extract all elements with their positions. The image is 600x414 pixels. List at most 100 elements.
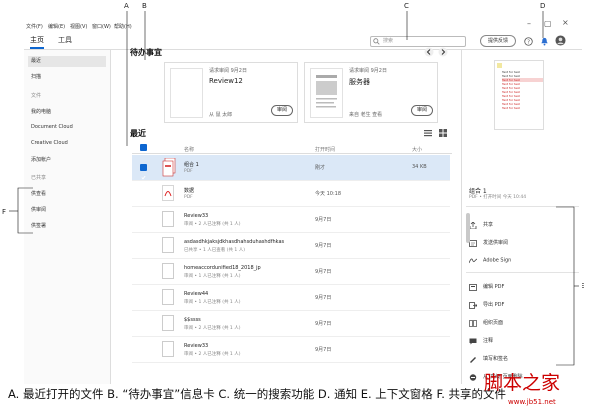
chevron-left-icon[interactable] — [424, 47, 434, 57]
todo-card[interactable]: 请求审阅 9月2日 Review12 从 鼠 太郎 审阅 — [164, 62, 298, 123]
file-opened: 9月7日 — [315, 243, 332, 249]
sidebar-item-my-computer[interactable]: 我的电脑 — [31, 108, 51, 115]
column-opened[interactable]: 打开时间 — [315, 146, 335, 153]
card-title: 服务器 — [349, 78, 370, 86]
grid-view-icon[interactable] — [439, 129, 447, 137]
action-label: 导出 PDF — [483, 302, 505, 308]
table-row[interactable]: Review44 审阅 • 1 人已注释 (共 1 人) 9月7日 — [132, 285, 450, 311]
sidebar-item-recent[interactable]: 最近 — [28, 56, 106, 67]
action-send-review[interactable]: 发送供审阅 — [469, 239, 508, 247]
close-icon[interactable]: × — [562, 18, 569, 27]
sign-icon — [468, 257, 478, 264]
maximize-icon[interactable]: ▢ — [544, 19, 552, 28]
feedback-button[interactable]: 提供反馈 — [480, 35, 516, 47]
action-comment[interactable]: 注释 — [469, 337, 493, 344]
sidebar-header-files: 文件 — [31, 93, 42, 99]
menu-view[interactable]: 视图(V) — [70, 23, 87, 30]
note-icon — [497, 63, 502, 68]
sidebar-item-shared-view[interactable]: 供查看 — [31, 190, 46, 197]
notification-bell-icon[interactable] — [540, 37, 549, 46]
file-opened: 9月7日 — [315, 321, 332, 327]
table-row[interactable]: 组合 1 PDF 刚才 34 KB — [132, 155, 450, 181]
tab-home[interactable]: 主页 — [30, 35, 44, 49]
card-sender: 来自 老生 查看 — [349, 112, 383, 118]
file-type: PDF — [184, 195, 193, 200]
file-thumbnail-icon — [162, 263, 174, 279]
action-label: Adobe Sign — [483, 257, 512, 264]
table-row[interactable]: $$ssss 审阅 • 2 人已注释 (共 1 人) 9月7日 — [132, 311, 450, 337]
send-review-icon — [469, 239, 477, 247]
recent-files-table: 组合 1 PDF 刚才 34 KB 数据 PDF 今天 10:18 Review… — [132, 155, 452, 384]
export-pdf-icon — [469, 301, 478, 309]
menu-window[interactable]: 窗口(W) — [92, 23, 111, 30]
watermark-text: 脚本之家 — [484, 372, 561, 394]
tab-tools[interactable]: 工具 — [58, 35, 72, 45]
file-name: homeaccordunified18_2018_jp — [184, 265, 261, 271]
context-file-meta: PDF • 打开时间 今天 10:44 — [469, 195, 527, 200]
sidebar-item-shared-sign[interactable]: 供签署 — [31, 222, 46, 229]
help-icon[interactable]: ? — [524, 37, 533, 46]
action-share[interactable]: 共享 — [469, 220, 494, 229]
file-opened: 9月7日 — [315, 217, 332, 223]
row-checkbox[interactable] — [140, 164, 147, 180]
table-row[interactable]: 数据 PDF 今天 10:18 — [132, 181, 450, 207]
sidebar: 最近 扫描 文件 我的电脑 Document Cloud Creative Cl… — [24, 50, 111, 384]
file-status: 审阅 • 2 人已注释 (共 1 人) — [184, 352, 241, 357]
sidebar-item-creative-cloud[interactable]: Creative Cloud — [31, 140, 68, 146]
card-thumbnail — [310, 68, 343, 118]
menu-help[interactable]: 帮助(H) — [114, 23, 132, 30]
divider — [466, 206, 579, 207]
table-row[interactable]: asdasdhkjaksjdkhasdhahsduhashdfhkas 已共享 … — [132, 233, 450, 259]
file-name: Review33 — [184, 343, 209, 349]
avatar[interactable] — [555, 35, 566, 46]
review-button[interactable]: 审阅 — [411, 105, 433, 116]
card-meta: 请求审阅 9月2日 — [349, 68, 387, 74]
callout-f: F — [2, 208, 7, 216]
sidebar-item-shared-review[interactable]: 供审阅 — [31, 206, 46, 213]
column-name[interactable]: 名称 — [184, 146, 194, 153]
menu-edit[interactable]: 编辑(E) — [48, 23, 65, 30]
menu-file[interactable]: 文件(F) — [26, 23, 43, 30]
column-size[interactable]: 大小 — [412, 146, 422, 153]
action-edit-pdf[interactable]: 编辑 PDF — [469, 283, 504, 291]
pdf-file-icon — [162, 185, 174, 201]
file-name: asdasdhkjaksjdkhasdhahsduhashdfhkas — [184, 239, 285, 245]
sidebar-item-document-cloud[interactable]: Document Cloud — [31, 124, 73, 130]
file-type: PDF — [184, 169, 193, 174]
list-view-icon[interactable] — [424, 129, 432, 137]
checkmark-icon — [141, 175, 146, 180]
select-all-checkbox[interactable] — [140, 144, 147, 151]
search-input[interactable]: 搜索 — [370, 36, 466, 47]
table-header: 名称 打开时间 大小 — [132, 142, 452, 154]
table-row[interactable]: Review33 审阅 • 2 人已注释 (共 1 人) 9月7日 — [132, 207, 450, 233]
sidebar-item-add-account[interactable]: 添加帐户 — [31, 156, 51, 163]
action-label: 填写和签名 — [483, 356, 509, 362]
file-opened: 9月7日 — [315, 269, 332, 275]
menu-bar: 文件(F) 编辑(E) 视图(V) 窗口(W) 帮助(H) – ▢ × — [24, 18, 582, 32]
action-fill-sign[interactable]: 填写和签名 — [469, 355, 509, 363]
chevron-right-icon[interactable] — [438, 47, 448, 57]
scrollbar[interactable] — [466, 213, 470, 243]
file-status: 已共享 • 1 人已查看 (共 1 人) — [184, 248, 245, 253]
card-title: Review12 — [209, 77, 243, 85]
context-pane: Text for test Text for test Text for tes… — [461, 50, 582, 384]
todo-card[interactable]: 请求审阅 9月2日 服务器 来自 老生 查看 审阅 — [304, 62, 438, 123]
table-row[interactable]: homeaccordunified18_2018_jp 审阅 • 1 人已注释 … — [132, 259, 450, 285]
callout-a: A — [124, 2, 129, 10]
document-preview-icon — [316, 75, 337, 108]
action-adobe-sign[interactable]: Adobe Sign — [468, 257, 512, 264]
action-label: 共享 — [483, 222, 494, 228]
action-export-pdf[interactable]: 导出 PDF — [469, 301, 505, 309]
file-opened: 今天 10:18 — [315, 191, 341, 197]
watermark-url: www.jb51.net — [508, 398, 556, 406]
action-label: 注释 — [483, 338, 494, 344]
table-row[interactable]: Review33 审阅 • 2 人已注释 (共 1 人) 9月7日 — [132, 337, 450, 363]
action-organize-pages[interactable]: 组织页面 — [469, 319, 503, 327]
review-button[interactable]: 审阅 — [271, 105, 293, 116]
minimize-icon[interactable]: – — [527, 19, 531, 28]
callout-b: B — [142, 2, 147, 10]
sidebar-item-scan[interactable]: 扫描 — [31, 73, 41, 80]
file-thumbnail-icon — [162, 315, 174, 331]
file-thumbnail-icon — [162, 341, 174, 357]
remove-icon — [469, 373, 477, 381]
